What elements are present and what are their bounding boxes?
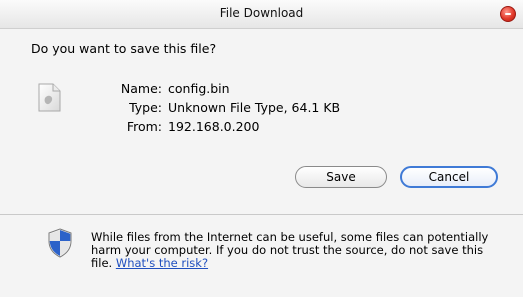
name-label: Name:: [120, 81, 162, 96]
close-button[interactable]: [500, 6, 516, 22]
window-title: File Download: [219, 6, 304, 20]
type-label: Type:: [129, 100, 162, 115]
file-source-value: 192.168.0.200: [168, 119, 260, 134]
save-button[interactable]: Save: [295, 166, 387, 188]
file-type-value: Unknown File Type, 64.1 KB: [168, 100, 341, 115]
cancel-button[interactable]: Cancel: [400, 166, 498, 188]
document-icon: [38, 83, 61, 112]
file-name-value: config.bin: [168, 81, 230, 96]
shield-icon: [48, 228, 72, 258]
from-label: From:: [126, 119, 162, 134]
file-info-labels: Name: Type: From:: [96, 79, 162, 136]
title-bar[interactable]: File Download: [0, 0, 523, 29]
file-download-dialog: File Download Do you want to save this f…: [0, 0, 523, 297]
save-question: Do you want to save this file?: [31, 41, 217, 56]
divider: [0, 214, 523, 215]
file-info-values: config.bin Unknown File Type, 64.1 KB 19…: [168, 79, 340, 136]
whats-the-risk-link[interactable]: What's the risk?: [116, 256, 208, 270]
security-warning: While files from the Internet can be use…: [91, 231, 506, 270]
